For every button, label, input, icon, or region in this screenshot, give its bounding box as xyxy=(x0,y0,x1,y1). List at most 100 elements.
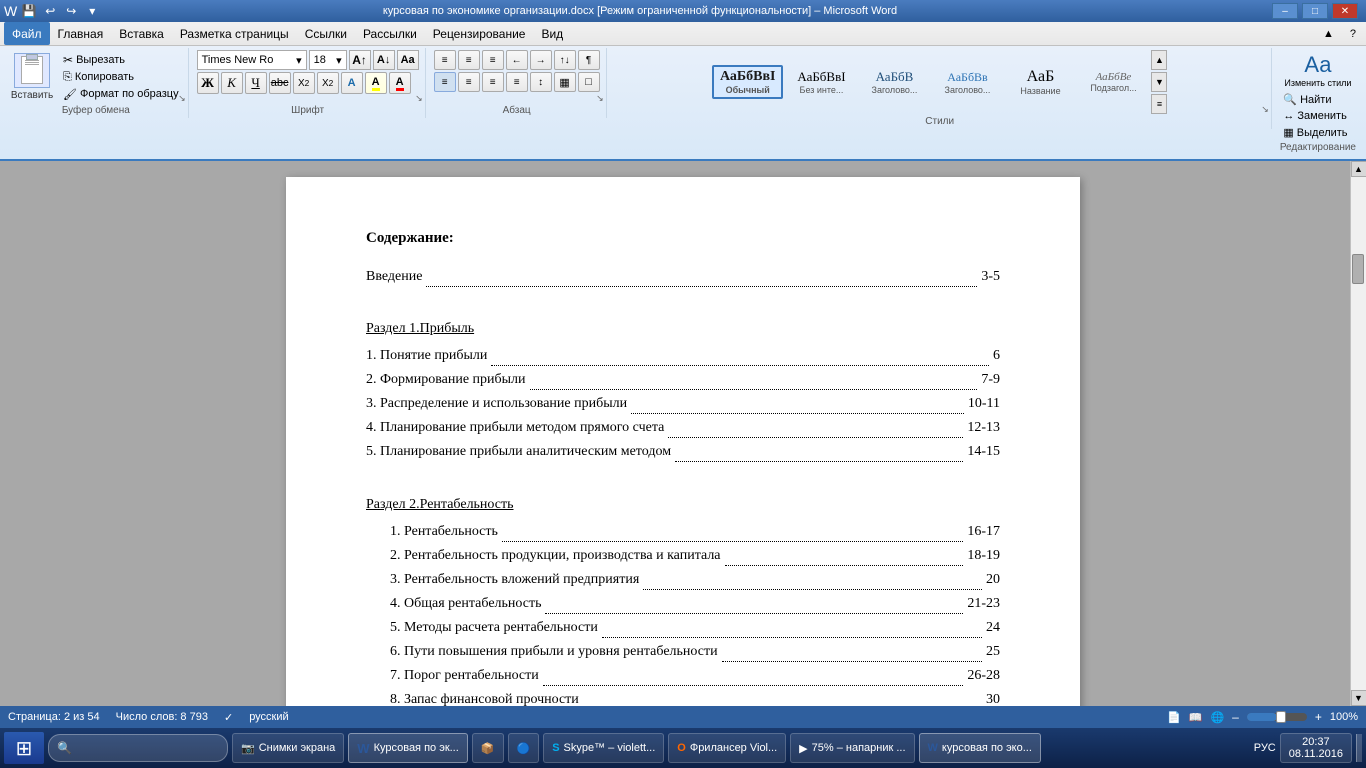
italic-button[interactable]: К xyxy=(221,72,243,94)
qa-dropdown-btn[interactable]: ▾ xyxy=(83,2,101,20)
bullets-button[interactable]: ≡ xyxy=(434,50,456,70)
taskbar-partner[interactable]: ▶ 75% – напарник ... xyxy=(790,733,914,763)
styles-scroll-up-btn[interactable]: ▲ xyxy=(1151,50,1167,70)
text-effects-button[interactable]: A xyxy=(341,72,363,94)
copy-button[interactable]: ⎘ Копировать xyxy=(60,70,182,85)
scroll-thumb[interactable] xyxy=(1352,254,1364,284)
view-reading-icon[interactable]: 📖 xyxy=(1189,711,1203,724)
borders-button[interactable]: □ xyxy=(578,72,600,92)
zoom-slider[interactable] xyxy=(1247,713,1307,721)
line-spacing-button[interactable]: ↕ xyxy=(530,72,552,92)
styles-expand-icon[interactable]: ↘ xyxy=(1261,104,1269,115)
style-no-interval[interactable]: АаБбВвI Без инте... xyxy=(786,65,856,99)
change-styles-button[interactable]: Аа Изменить стили xyxy=(1280,50,1355,90)
maximize-button[interactable]: □ xyxy=(1302,3,1328,19)
show-formatting-button[interactable]: ¶ xyxy=(578,50,600,70)
scroll-up-button[interactable]: ▲ xyxy=(1351,161,1366,177)
taskbar-screenshots[interactable]: 📷 Снимки экрана xyxy=(232,733,344,763)
menu-page-layout[interactable]: Разметка страницы xyxy=(172,22,297,45)
menu-view[interactable]: Вид xyxy=(533,22,571,45)
replace-button[interactable]: ↔ Заменить xyxy=(1280,109,1350,123)
format-painter-button[interactable]: 🖌 Формат по образцу xyxy=(60,87,182,102)
s2-i7-text: 7. Порог рентабельности xyxy=(390,665,539,686)
para-expand-icon[interactable]: ↘ xyxy=(596,93,604,104)
menu-references[interactable]: Ссылки xyxy=(297,22,355,45)
font-expand-icon[interactable]: ↘ xyxy=(415,93,423,104)
increase-indent-button[interactable]: → xyxy=(530,50,552,70)
strikethrough-button[interactable]: abc xyxy=(269,72,291,94)
styles-scroll-down-btn[interactable]: ▼ xyxy=(1151,72,1167,92)
find-button[interactable]: 🔍 Найти xyxy=(1280,92,1350,107)
style-title[interactable]: АаБ Название xyxy=(1005,64,1075,100)
zoom-in-button[interactable]: + xyxy=(1315,710,1322,724)
justify-button[interactable]: ≡ xyxy=(506,72,528,92)
menu-mailings[interactable]: Рассылки xyxy=(355,22,425,45)
align-right-button[interactable]: ≡ xyxy=(482,72,504,92)
underline-button[interactable]: Ч xyxy=(245,72,267,94)
close-button[interactable]: ✕ xyxy=(1332,3,1358,19)
font-size-dropdown[interactable]: 18 ▾ xyxy=(309,50,347,70)
paste-button[interactable]: Вставить xyxy=(10,51,54,103)
help-icon[interactable]: ? xyxy=(1344,26,1362,42)
select-button[interactable]: ▦ Выделить xyxy=(1280,125,1350,140)
superscript-button[interactable]: X2 xyxy=(317,72,339,94)
s1-item1: 1. Понятие прибыли 6 xyxy=(366,345,1000,366)
multilevel-list-button[interactable]: ≡ xyxy=(482,50,504,70)
undo-qa-btn[interactable]: ↩ xyxy=(41,2,59,20)
show-desktop-btn[interactable] xyxy=(1356,734,1362,762)
font-color-button[interactable]: A xyxy=(389,72,411,94)
scroll-down-button[interactable]: ▼ xyxy=(1351,690,1366,706)
bold-button[interactable]: Ж xyxy=(197,72,219,94)
menu-file[interactable]: Файл xyxy=(4,22,50,45)
view-web-icon[interactable]: 🌐 xyxy=(1210,711,1224,724)
center-button[interactable]: ≡ xyxy=(458,72,480,92)
decrease-indent-button[interactable]: ← xyxy=(506,50,528,70)
ribbon-collapse-btn[interactable]: ▲ xyxy=(1317,26,1340,42)
lang-indicator[interactable]: РУС xyxy=(1254,742,1276,754)
start-button[interactable]: ⊞ xyxy=(4,732,44,764)
system-clock[interactable]: 20:37 08.11.2016 xyxy=(1280,733,1352,763)
taskbar-app4[interactable]: 🔵 xyxy=(508,733,540,763)
minimize-button[interactable]: – xyxy=(1272,3,1298,19)
subscript-button[interactable]: X2 xyxy=(293,72,315,94)
taskbar-skype[interactable]: S Skype™ – violett... xyxy=(543,733,664,763)
style-heading1[interactable]: АаБбВ Заголово... xyxy=(859,65,929,99)
redo-qa-btn[interactable]: ↪ xyxy=(62,2,80,20)
styles-expand-btn[interactable]: ≡ xyxy=(1151,94,1167,114)
zoom-level[interactable]: 100% xyxy=(1330,711,1358,723)
taskbar-freelance[interactable]: O Фрилансер Viol... xyxy=(668,733,786,763)
taskbar-word2[interactable]: W курсовая по эко... xyxy=(919,733,1041,763)
style-normal[interactable]: АаБбВвI Обычный xyxy=(712,65,784,99)
language[interactable]: русский xyxy=(249,711,288,723)
font-size-value: 18 xyxy=(314,54,326,66)
word1-label: Курсовая по эк... xyxy=(374,742,459,754)
save-qa-btn[interactable]: 💾 xyxy=(20,2,38,20)
clear-format-button[interactable]: Aa xyxy=(397,50,419,70)
search-bar[interactable]: 🔍 xyxy=(48,734,228,762)
style-subtitle[interactable]: АаБбВе Подзагол... xyxy=(1078,67,1148,97)
ribbon-group-font: Times New Ro ▾ 18 ▾ A↑ A↓ Aa Ж К Ч abc xyxy=(191,48,426,118)
menu-review[interactable]: Рецензирование xyxy=(425,22,534,45)
text-highlight-button[interactable]: A xyxy=(365,72,387,94)
shading-button[interactable]: ▦ xyxy=(554,72,576,92)
vertical-scrollbar[interactable]: ▲ ▼ xyxy=(1350,161,1366,706)
zoom-thumb[interactable] xyxy=(1276,711,1286,723)
cut-button[interactable]: ✂ Вырезать xyxy=(60,52,182,68)
taskbar-app3[interactable]: 📦 xyxy=(472,733,504,763)
clipboard-expand-icon[interactable]: ↘ xyxy=(178,93,186,104)
font-shrink-button[interactable]: A↓ xyxy=(373,50,395,70)
menu-home[interactable]: Главная xyxy=(50,22,112,45)
zoom-out-button[interactable]: – xyxy=(1232,710,1239,724)
taskbar-word1[interactable]: W Курсовая по эк... xyxy=(348,733,468,763)
style-heading2[interactable]: АаБбВв Заголово... xyxy=(932,66,1002,99)
align-left-button[interactable]: ≡ xyxy=(434,72,456,92)
font-name-dropdown[interactable]: Times New Ro ▾ xyxy=(197,50,307,70)
view-print-icon[interactable]: 📄 xyxy=(1167,711,1181,724)
spell-check-icon[interactable]: ✓ xyxy=(224,711,233,724)
styles-scroll-controls: ▲ ▼ ≡ xyxy=(1151,50,1167,114)
font-grow-button[interactable]: A↑ xyxy=(349,50,371,70)
numbering-button[interactable]: ≡ xyxy=(458,50,480,70)
clipboard-content: Вставить ✂ Вырезать ⎘ Копировать 🖌 xyxy=(10,50,182,103)
sort-button[interactable]: ↑↓ xyxy=(554,50,576,70)
menu-insert[interactable]: Вставка xyxy=(111,22,172,45)
